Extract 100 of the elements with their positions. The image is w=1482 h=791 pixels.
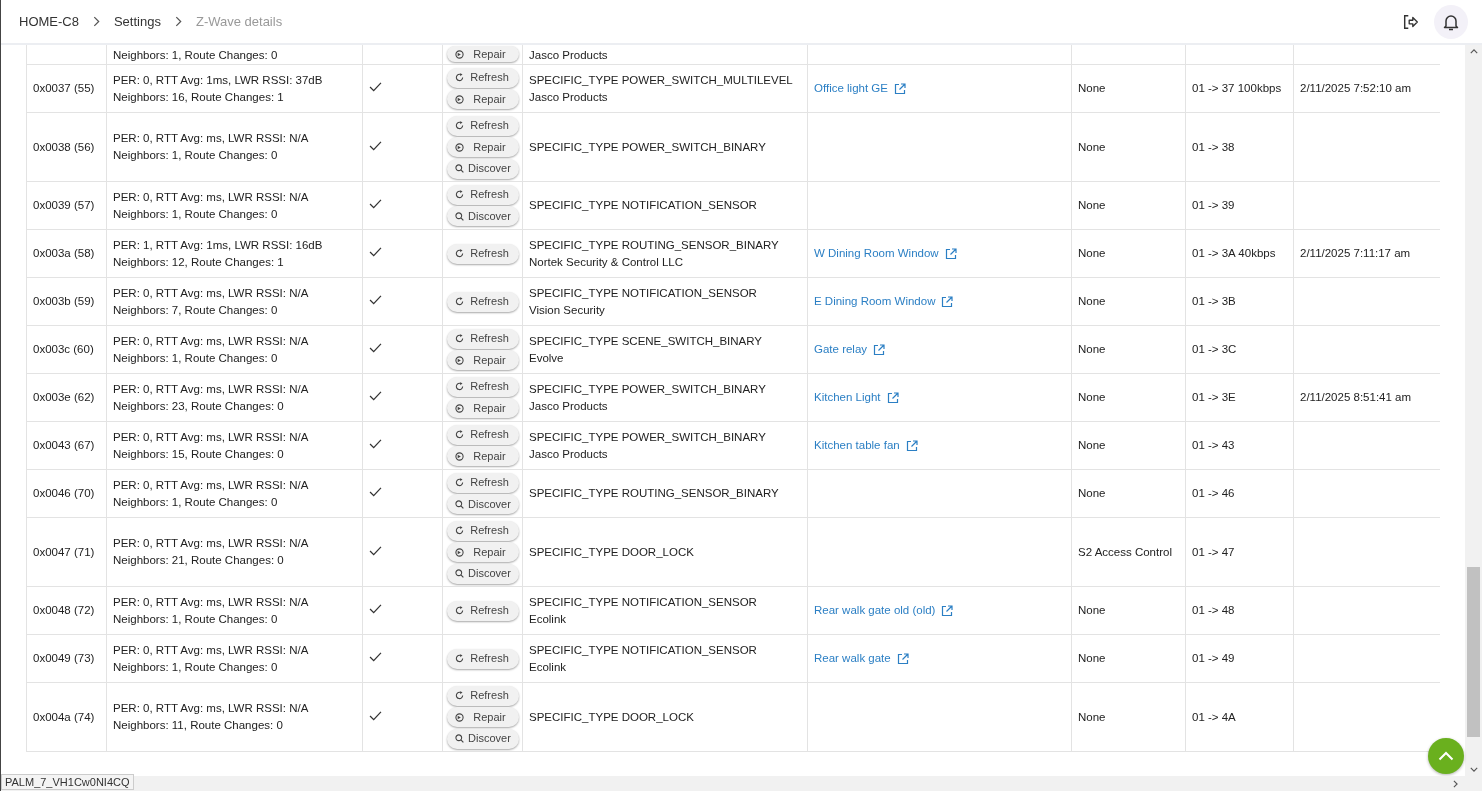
scrollbar-thumb[interactable]: [1467, 567, 1480, 737]
route-stats-text: Neighbors: 11, Route Changes: 0: [113, 718, 284, 733]
breadcrumb-item[interactable]: HOME-C8: [19, 14, 79, 29]
repair-button[interactable]: Repair: [447, 46, 519, 62]
refresh-icon: [455, 73, 464, 83]
device-type-text: SPECIFIC_TYPE SCENE_SWITCH_BINARY: [529, 333, 764, 349]
refresh-icon: [455, 297, 464, 306]
security-cell: S2 Access Control: [1078, 545, 1172, 558]
scroll-to-top-button[interactable]: [1428, 738, 1464, 774]
route-stats-text: Neighbors: 1, Route Changes: 0: [113, 611, 279, 627]
vertical-scrollbar[interactable]: [1465, 45, 1482, 776]
refresh-button[interactable]: Refresh: [447, 328, 519, 349]
refresh-icon: [455, 654, 464, 663]
refresh-button[interactable]: Refresh: [447, 424, 519, 445]
refresh-button[interactable]: Refresh: [447, 67, 519, 88]
device-link[interactable]: Rear walk gate: [814, 650, 909, 667]
refresh-button[interactable]: Refresh: [447, 472, 519, 493]
notifications-button[interactable]: [1434, 4, 1468, 39]
route-stats-text: Neighbors: 16, Route Changes: 1: [113, 89, 285, 105]
refresh-button[interactable]: Refresh: [447, 376, 519, 397]
discover-button[interactable]: Discover: [447, 158, 519, 179]
repair-button[interactable]: Repair: [447, 350, 519, 371]
scroll-right-icon[interactable]: [1453, 779, 1458, 788]
discover-button[interactable]: Discover: [447, 206, 519, 227]
route-stats-text: Neighbors: 15, Route Changes: 0: [113, 446, 285, 462]
signal-stats-text: PER: 0, RTT Avg: ms, LWR RSSI: N/A: [113, 477, 310, 493]
target-icon: [455, 94, 464, 104]
external-link-icon: [896, 652, 909, 665]
manufacturer-text: Vision Security: [529, 302, 606, 318]
route-cell: 01 -> 3E: [1192, 391, 1236, 403]
status-tooltip: PALM_7_VH1Cw0NI4CQ: [1, 774, 134, 790]
signal-stats-text: PER: 1, RTT Avg: 1ms, LWR RSSI: 16dB: [113, 237, 324, 253]
repair-button[interactable]: Repair: [447, 707, 519, 727]
refresh-button[interactable]: Refresh: [447, 291, 519, 312]
refresh-button[interactable]: Refresh: [447, 243, 519, 264]
device-link[interactable]: W Dining Room Window: [814, 245, 957, 262]
external-link-icon: [944, 247, 957, 260]
scroll-down-icon[interactable]: [1469, 767, 1478, 772]
discover-button[interactable]: Discover: [447, 563, 519, 584]
repair-button[interactable]: Repair: [447, 89, 519, 110]
chevron-icon: [174, 16, 182, 27]
route-cell: 01 -> 3B: [1192, 295, 1236, 307]
breadcrumb-item: Z-Wave details: [195, 14, 283, 29]
discover-button[interactable]: Discover: [447, 728, 519, 749]
search-icon: [455, 499, 464, 509]
signal-stats-text: PER: 0, RTT Avg: 1ms, LWR RSSI: 37dB: [113, 72, 324, 88]
logout-icon[interactable]: [1402, 12, 1420, 31]
signal-stats-text: PER: 0, RTT Avg: ms, LWR RSSI: N/A: [113, 333, 310, 349]
discover-button[interactable]: Discover: [447, 494, 519, 515]
signal-stats-text: PER: 0, RTT Avg: ms, LWR RSSI: N/A: [113, 429, 310, 445]
device-link[interactable]: E Dining Room Window: [814, 293, 954, 310]
manufacturer-text: Nortek Security & Control LLC: [529, 254, 685, 270]
target-icon: [455, 712, 464, 722]
device-type-text: SPECIFIC_TYPE NOTIFICATION_SENSOR: [529, 285, 758, 301]
device-link[interactable]: Rear walk gate old (old): [814, 602, 954, 619]
signal-stats-text: PER: 0, RTT Avg: ms, LWR RSSI: N/A: [113, 131, 310, 146]
route-stats-text: Neighbors: 7, Route Changes: 0: [113, 302, 279, 318]
scroll-up-icon[interactable]: [1469, 49, 1478, 54]
device-type-text: SPECIFIC_TYPE DOOR_LOCK: [529, 709, 695, 725]
repair-button[interactable]: Repair: [447, 446, 519, 467]
refresh-icon: [455, 478, 464, 488]
breadcrumb-item[interactable]: Settings: [113, 14, 161, 29]
route-cell: 01 -> 3C: [1192, 343, 1237, 355]
node-id-cell: 0x0048 (72): [33, 604, 95, 616]
manufacturer-text: Jasco Products: [529, 89, 609, 105]
external-link-icon: [941, 604, 954, 617]
node-id-cell: 0x0043 (67): [33, 439, 95, 451]
search-icon: [455, 211, 464, 221]
repair-button[interactable]: Repair: [447, 542, 519, 562]
device-link[interactable]: Office light GE: [814, 80, 906, 97]
device-link[interactable]: Kitchen Light: [814, 389, 899, 406]
route-cell: 01 -> 3A 40kbps: [1192, 247, 1276, 259]
chevron-up-icon: [1438, 751, 1454, 761]
security-cell: None: [1078, 391, 1106, 403]
refresh-button[interactable]: Refresh: [447, 115, 519, 136]
security-cell: None: [1078, 487, 1106, 499]
route-stats-text: Neighbors: 1, Route Changes: 0: [113, 494, 279, 510]
node-id-cell: 0x003b (59): [33, 295, 95, 307]
route-cell: 01 -> 43: [1192, 439, 1235, 451]
device-link[interactable]: Gate relay: [814, 341, 886, 358]
route-stats-text: Neighbors: 21, Route Changes: 0: [113, 553, 285, 568]
refresh-button[interactable]: Refresh: [447, 600, 519, 621]
signal-stats-text: PER: 0, RTT Avg: ms, LWR RSSI: N/A: [113, 285, 310, 301]
repair-button[interactable]: Repair: [447, 398, 519, 419]
refresh-icon: [455, 526, 464, 535]
device-type-text: SPECIFIC_TYPE NOTIFICATION_SENSOR: [529, 642, 758, 658]
manufacturer-text: Evolve: [529, 350, 565, 366]
refresh-button[interactable]: Refresh: [447, 685, 519, 706]
refresh-icon: [455, 606, 464, 615]
refresh-icon: [455, 382, 464, 392]
repair-button[interactable]: Repair: [447, 137, 519, 157]
timestamp-cell: 2/11/2025 8:51:41 am: [1300, 391, 1412, 403]
device-link[interactable]: Kitchen table fan: [814, 437, 918, 454]
manufacturer-text: Jasco Products: [529, 49, 608, 61]
horizontal-scrollbar[interactable]: [1, 776, 1482, 791]
refresh-button[interactable]: Refresh: [447, 520, 519, 541]
refresh-button[interactable]: Refresh: [447, 184, 519, 205]
node-id-cell: 0x004a (74): [33, 710, 95, 723]
target-icon: [455, 547, 464, 557]
refresh-button[interactable]: Refresh: [447, 648, 519, 669]
